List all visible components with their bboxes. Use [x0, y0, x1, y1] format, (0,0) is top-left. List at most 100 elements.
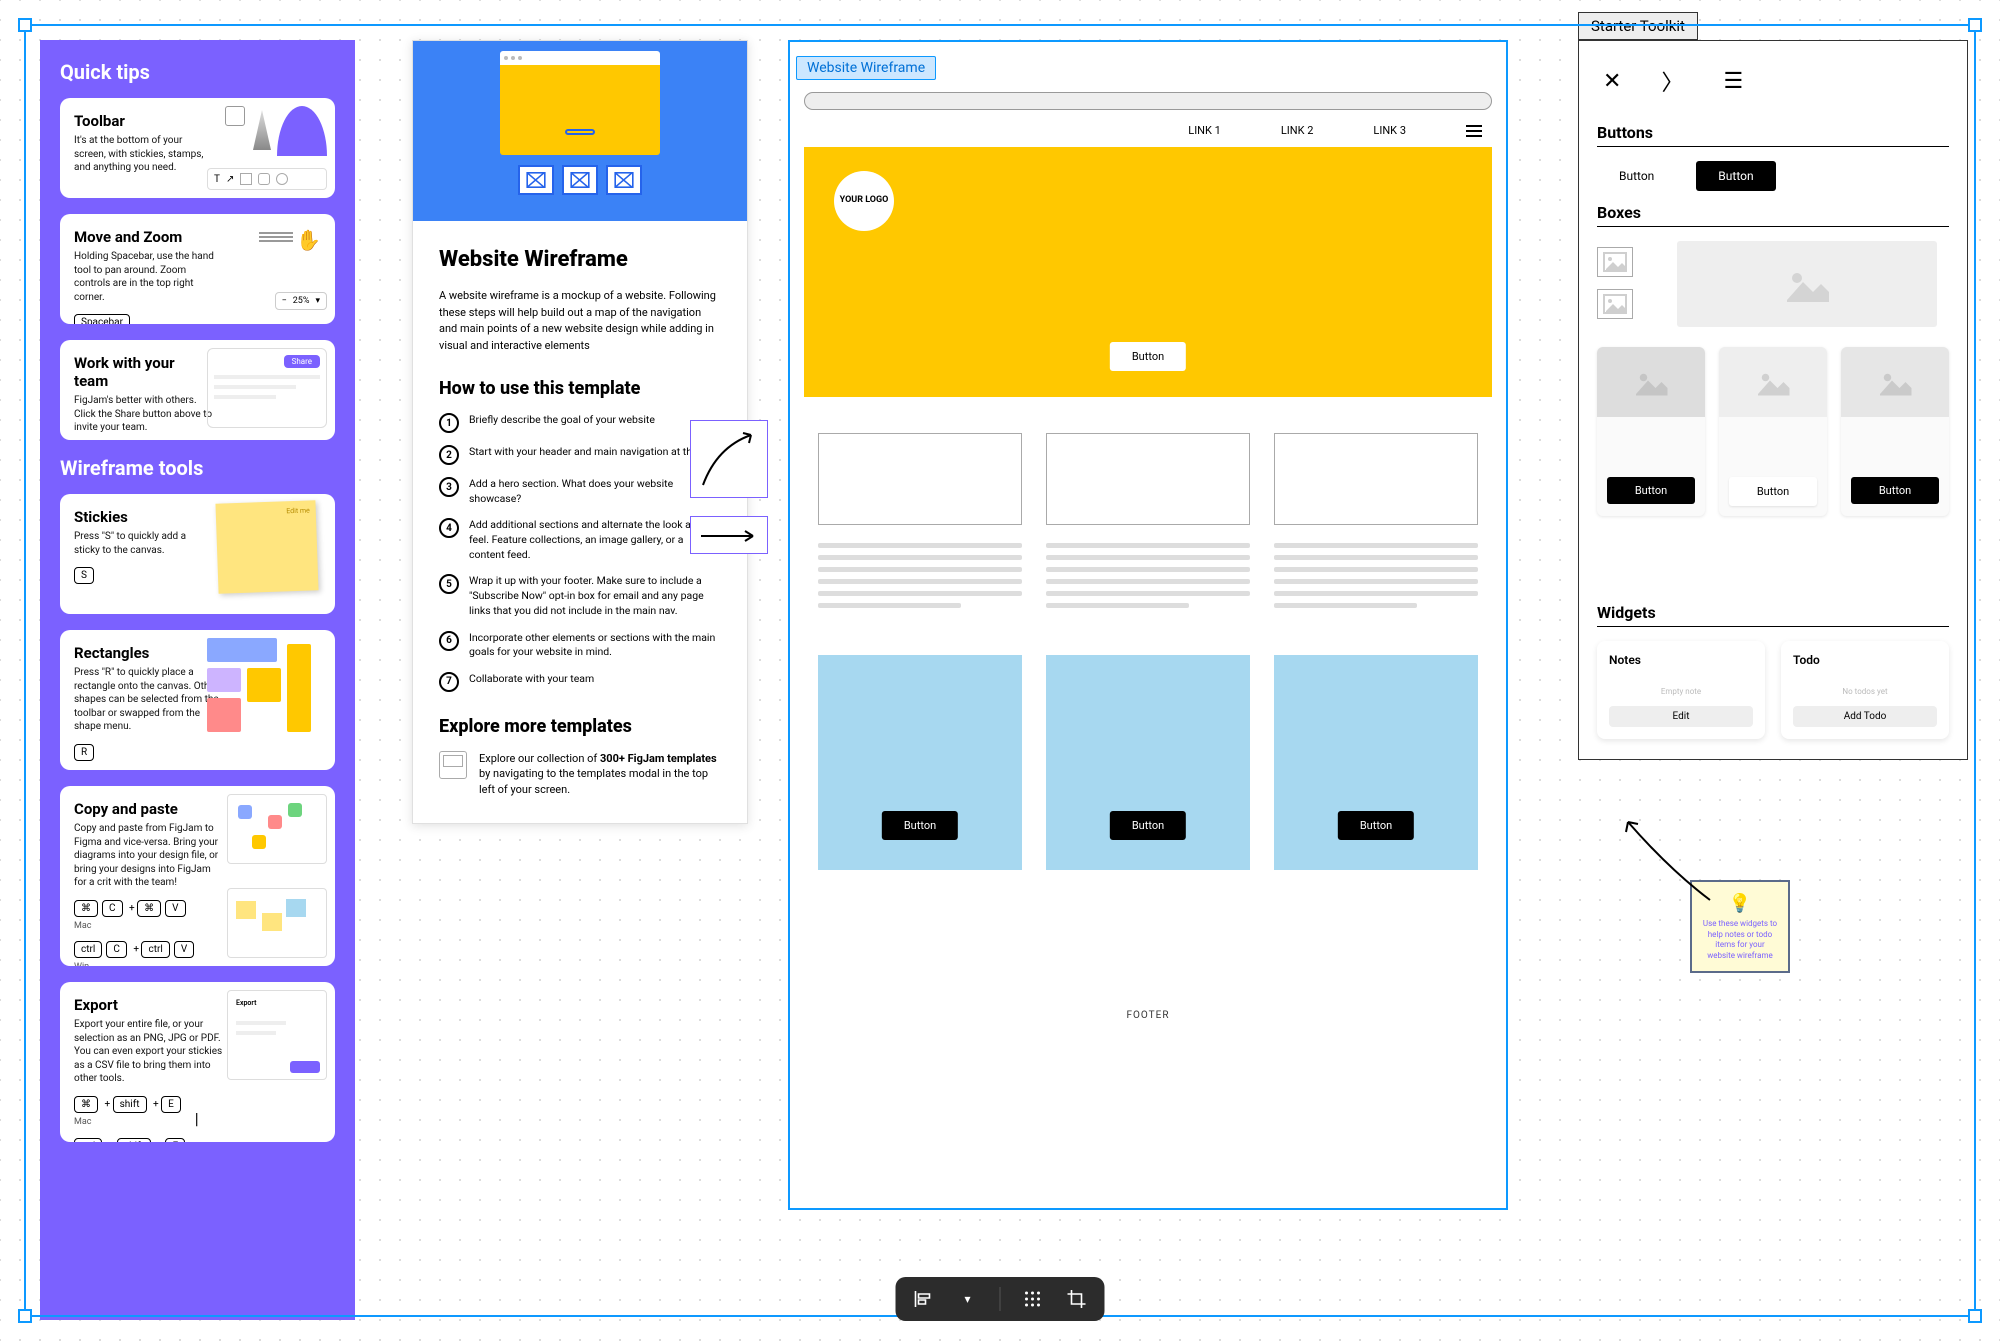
arrow-box-2[interactable]	[690, 516, 768, 554]
nav-link-3[interactable]: LINK 3	[1373, 124, 1406, 137]
toolkit-boxes: Button Button Button	[1597, 241, 1949, 591]
export-keys-win: ctrl + shift + E Win	[74, 1138, 189, 1143]
wireframe-footer: FOOTER	[790, 1010, 1506, 1021]
stickies-body: Press "S" to quickly add a sticky to the…	[74, 530, 214, 557]
tip-card-toolbar[interactable]: Toolbar It's at the bottom of your scree…	[60, 98, 335, 198]
export-body: Export your entire file, or your selecti…	[74, 1018, 224, 1086]
step-text: Wrap it up with your footer. Make sure t…	[469, 574, 721, 618]
hamburger-icon[interactable]	[1466, 125, 1482, 137]
sticky-tag: Edit me	[286, 506, 310, 515]
export-illustration: Export	[217, 990, 327, 1134]
col1-image	[818, 433, 1022, 525]
arrow-box-1[interactable]	[690, 420, 768, 498]
tip-team-illustration: Share	[207, 348, 327, 432]
card-1: Button	[818, 655, 1022, 870]
wireframe-tools-title: Wireframe tools	[60, 456, 335, 480]
tool-card-rectangles[interactable]: Rectangles Press "R" to quickly place a …	[60, 630, 335, 770]
step-text: Start with your header and main navigati…	[469, 445, 718, 465]
chevron-down-icon[interactable]: ▾	[956, 1287, 980, 1311]
wireframe-hero: YOUR LOGO Button	[804, 147, 1492, 397]
chevron-right-icon[interactable]: 〉	[1661, 65, 1683, 97]
stickies-illustration: Edit me	[217, 502, 327, 606]
hamburger-icon[interactable]: ☰	[1723, 69, 1743, 94]
toolkit-button-light[interactable]: Button	[1597, 161, 1676, 191]
card1-button[interactable]: Button	[882, 811, 958, 840]
step-text: Collaborate with your team	[469, 672, 594, 692]
doc-intro: A website wireframe is a mockup of a web…	[439, 288, 721, 354]
divider	[1000, 1287, 1001, 1311]
step-5: 5Wrap it up with your footer. Make sure …	[439, 574, 721, 618]
share-button-mock: Share	[284, 355, 320, 368]
align-left-icon[interactable]	[912, 1287, 936, 1311]
col2-image	[1046, 433, 1250, 525]
tip-card-move-zoom[interactable]: Move and Zoom Holding Spacebar, use the …	[60, 214, 335, 324]
tip-toolbar-illustration: T↗	[207, 106, 327, 190]
quick-tips-panel: Quick tips Toolbar It's at the bottom of…	[40, 40, 355, 1320]
card3-button[interactable]: Button	[1338, 811, 1414, 840]
close-icon[interactable]: ✕	[1603, 69, 1621, 94]
toolkit-card-3[interactable]: Button	[1841, 347, 1949, 516]
step-number: 7	[439, 672, 459, 692]
small-image-box-1[interactable]	[1597, 247, 1633, 277]
selection-handle-tl[interactable]	[18, 18, 32, 32]
selection-handle-br[interactable]	[1968, 1309, 1982, 1323]
doc-howto-title: How to use this template	[439, 378, 721, 399]
big-image-box[interactable]	[1677, 241, 1937, 327]
tip-card-team[interactable]: Work with your team FigJam's better with…	[60, 340, 335, 440]
selection-handle-bl[interactable]	[18, 1309, 32, 1323]
rectangles-key: R	[74, 744, 94, 761]
toolkit-card3-button[interactable]: Button	[1851, 477, 1939, 504]
step-7: 7 Collaborate with your team	[439, 672, 721, 692]
tip-team-title: Work with your team	[74, 354, 204, 390]
step-number: 2	[439, 445, 459, 465]
crop-icon[interactable]	[1065, 1287, 1089, 1311]
widget-todo-title: Todo	[1793, 653, 1937, 667]
tool-card-copy-paste[interactable]: Copy and paste Copy and paste from FigJa…	[60, 786, 335, 966]
tip-move-body: Holding Spacebar, use the hand tool to p…	[74, 250, 214, 304]
note-arrow	[1610, 810, 1730, 930]
rectangles-illustration	[207, 638, 327, 762]
toolkit-boxes-heading: Boxes	[1597, 203, 1949, 227]
website-wireframe-frame[interactable]: Website Wireframe LINK 1 LINK 2 LINK 3 Y…	[788, 40, 1508, 1210]
instructions-hero	[413, 41, 747, 221]
hero-button[interactable]: Button	[1110, 342, 1186, 371]
doc-title: Website Wireframe	[439, 247, 721, 272]
selection-toolbar[interactable]: ▾	[896, 1277, 1105, 1321]
widget-todo[interactable]: Todo No todos yet Add Todo	[1781, 641, 1949, 739]
widget-notes-action[interactable]: Edit	[1609, 706, 1753, 727]
step-number: 4	[439, 518, 459, 538]
widget-todo-placeholder: No todos yet	[1793, 687, 1937, 696]
toolkit-card-2[interactable]: Button	[1719, 347, 1827, 516]
wireframe-3col-row	[818, 433, 1478, 615]
browser-url-bar	[804, 92, 1492, 110]
small-image-box-2[interactable]	[1597, 289, 1633, 319]
step-number: 3	[439, 477, 459, 497]
toolkit-button-dark[interactable]: Button	[1696, 161, 1775, 191]
toolkit-buttons-heading: Buttons	[1597, 123, 1949, 147]
widget-notes[interactable]: Notes Empty note Edit	[1597, 641, 1765, 739]
tool-card-stickies[interactable]: Stickies Press "S" to quickly add a stic…	[60, 494, 335, 614]
widget-todo-action[interactable]: Add Todo	[1793, 706, 1937, 727]
copypaste-body: Copy and paste from FigJam to Figma and …	[74, 822, 224, 890]
step-4: 4Add additional sections and alternate t…	[439, 518, 721, 562]
card-2: Button	[1046, 655, 1250, 870]
quick-tips-title: Quick tips	[60, 60, 335, 84]
step-number: 1	[439, 413, 459, 433]
starter-toolkit-frame[interactable]: Starter Toolkit ✕ 〉 ☰ Buttons Button But…	[1578, 40, 1968, 760]
tidy-up-icon[interactable]	[1021, 1287, 1045, 1311]
nav-link-2[interactable]: LINK 2	[1281, 124, 1314, 137]
nav-link-1[interactable]: LINK 1	[1188, 124, 1221, 137]
step-text: Add a hero section. What does your websi…	[469, 477, 721, 506]
toolkit-card-1[interactable]: Button	[1597, 347, 1705, 516]
toolkit-card1-button[interactable]: Button	[1607, 477, 1695, 504]
frame-label[interactable]: Website Wireframe	[796, 56, 936, 80]
step-text: Briefly describe the goal of your websit…	[469, 413, 655, 433]
selection-handle-tr[interactable]	[1968, 18, 1982, 32]
toolkit-card2-button[interactable]: Button	[1729, 477, 1817, 506]
logo-placeholder: YOUR LOGO	[834, 171, 894, 231]
toolkit-label[interactable]: Starter Toolkit	[1578, 12, 1698, 40]
card2-button[interactable]: Button	[1110, 811, 1186, 840]
step-1: 1 Briefly describe the goal of your websi…	[439, 413, 721, 433]
stickies-key: S	[74, 567, 94, 584]
tool-card-export[interactable]: Export Export your entire file, or your …	[60, 982, 335, 1142]
